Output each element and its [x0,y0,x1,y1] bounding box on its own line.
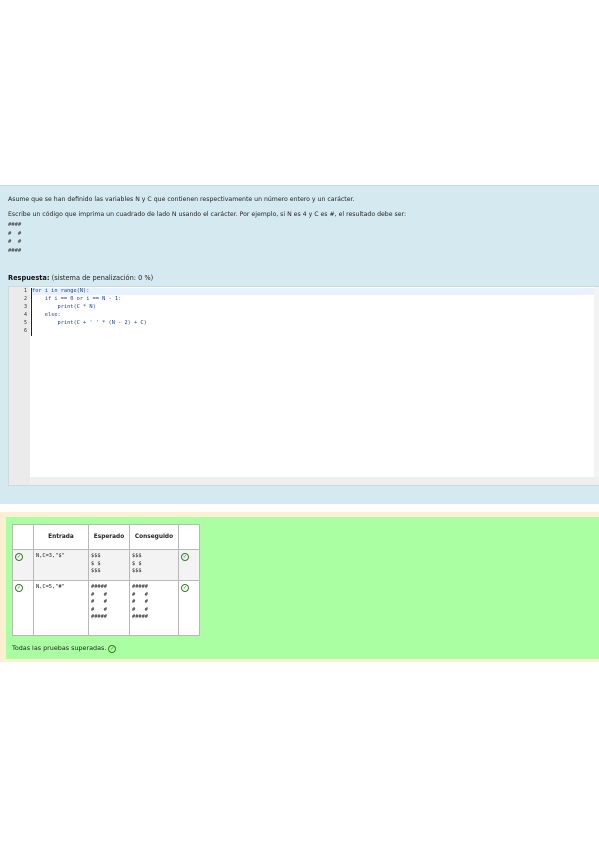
line-number: 1 [23,288,27,294]
line-number: 5 [23,320,27,326]
input-cell: N,C=5,"#" [33,580,89,636]
expected-cell: ##### # # # # # # ##### [88,580,130,636]
column-header-got: Conseguido [129,524,179,550]
column-header-input: Entrada [33,524,89,550]
result-column-header [178,524,200,550]
check-circle-icon: ✓ [181,553,189,561]
answer-label: Respuesta: (sistema de penalización: 0 %… [8,274,153,282]
status-column-header [12,524,34,550]
feedback-panel: Entrada Esperado Conseguido ✓ N,C=3,"$" … [0,512,599,662]
active-line-highlight [31,288,599,295]
summary-text: Todas las pruebas superadas. [12,644,107,652]
results-table: Entrada Esperado Conseguido ✓ N,C=3,"$" … [12,524,200,636]
vertical-scrollbar[interactable] [594,287,599,485]
sample-output: #### # # # # #### [8,221,21,255]
results-header-row: Entrada Esperado Conseguido [12,524,200,550]
status-cell: ✓ [12,580,34,636]
expected-cell: $$$ $ $ $$$ [88,549,130,581]
feedback-inner: Entrada Esperado Conseguido ✓ N,C=3,"$" … [6,517,599,659]
sample-line: # # [8,239,22,246]
check-circle-icon: ✓ [15,553,23,561]
code-line[interactable]: if i == 0 or i == N - 1: [32,296,122,302]
question-text-line-1: Asume que se han definido las variables … [8,196,355,203]
sample-line: #### [8,247,22,254]
result-cell: ✓ [178,549,200,581]
code-line[interactable]: print(C + ' ' * (N - 2) + C) [32,320,147,326]
code-editor[interactable]: 1 2 3 4 5 6 for i in range(N): if i == 0… [8,286,599,486]
table-row: ✓ N,C=3,"$" $$$ $ $ $$$ $$$ $ $ $$$ ✓ [12,549,200,581]
line-number: 2 [23,296,27,302]
tests-summary: Todas las pruebas superadas. ✓ [12,644,117,653]
input-cell: N,C=3,"$" [33,549,89,581]
result-cell: ✓ [178,580,200,636]
check-circle-icon: ✓ [108,645,117,653]
penalty-text: (sistema de penalización: 0 %) [51,274,154,282]
code-line[interactable]: for i in range(N): [32,288,89,294]
question-text-line-2: Escribe un código que imprima un cuadrad… [8,211,407,218]
got-cell: $$$ $ $ $$$ [129,549,179,581]
answer-title: Respuesta: [8,274,50,282]
table-row: ✓ N,C=5,"#" ##### # # # # # # ##### ####… [12,580,200,636]
question-panel: Asume que se han definido las variables … [0,185,599,504]
line-number: 4 [23,312,27,318]
got-cell: ##### # # # # # # ##### [129,580,179,636]
status-cell: ✓ [12,549,34,581]
line-number-gutter: 1 2 3 4 5 6 [9,287,30,485]
horizontal-scrollbar[interactable] [30,477,599,485]
column-header-expected: Esperado [88,524,130,550]
check-circle-icon: ✓ [181,584,189,592]
code-line[interactable]: else: [32,312,61,318]
code-line[interactable]: print(C * N) [32,304,96,310]
line-number: 6 [23,328,27,334]
sample-line: #### [8,222,22,228]
sample-line: # # [8,230,22,237]
line-number: 3 [23,304,27,310]
check-circle-icon: ✓ [15,584,23,592]
